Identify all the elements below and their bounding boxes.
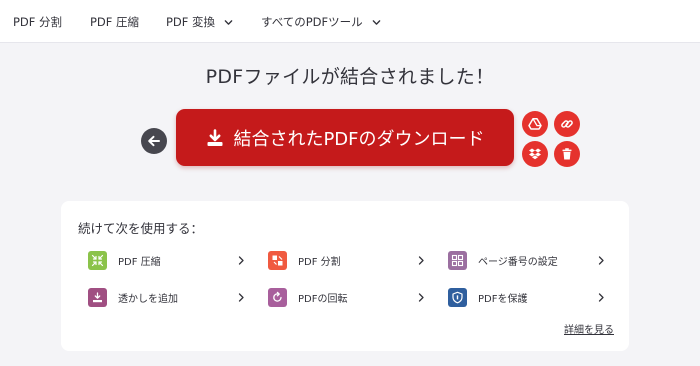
nav-pdf-convert[interactable]: PDF 変換 — [166, 13, 233, 31]
page-numbers-icon — [448, 250, 467, 270]
tool-page-numbers[interactable]: ページ番号の設定 — [448, 250, 608, 270]
link-icon — [561, 120, 573, 128]
see-more-link[interactable]: 詳細を見る — [564, 321, 614, 336]
nav-pdf-compress[interactable]: PDF 圧縮 — [90, 13, 139, 31]
nav-pdf-split-label: PDF 分割 — [13, 15, 63, 29]
chevron-right-icon — [418, 293, 424, 302]
save-to-google-drive-button[interactable] — [522, 111, 548, 137]
arrow-left-icon — [148, 135, 160, 147]
continue-tools-card: 続けて次を使用する： PDF 圧縮 PDF 分割 ページ番号の設定 透かしを追加 — [61, 201, 629, 351]
save-to-dropbox-button[interactable] — [522, 141, 548, 167]
shield-icon — [448, 287, 467, 307]
chevron-right-icon — [598, 293, 604, 302]
nav-pdf-compress-label: PDF 圧縮 — [90, 15, 140, 29]
tool-label: PDF 圧縮 — [118, 256, 161, 268]
nav-pdf-convert-label: PDF 変換 — [166, 15, 216, 29]
back-button[interactable] — [141, 128, 167, 154]
nav-all-tools[interactable]: すべてのPDFツール — [261, 13, 381, 31]
tool-rotate-pdf[interactable]: PDFの回転 — [268, 287, 428, 307]
nav-pdf-split[interactable]: PDF 分割 — [13, 13, 62, 31]
tool-add-watermark[interactable]: 透かしを追加 — [88, 287, 248, 307]
tool-label: PDF 分割 — [298, 256, 341, 268]
chevron-right-icon — [598, 256, 604, 265]
download-button-label: 結合されたPDFのダウンロード — [233, 128, 485, 150]
tool-pdf-split[interactable]: PDF 分割 — [268, 250, 428, 270]
page-title: PDFファイルが結合されました！ — [205, 66, 495, 88]
chevron-right-icon — [238, 293, 244, 302]
top-navigation: PDF 分割 PDF 圧縮 PDF 変換 すべてのPDFツール — [0, 0, 700, 43]
tool-label: ページ番号の設定 — [478, 256, 558, 268]
dropbox-icon — [529, 148, 541, 160]
tool-label: PDFの回転 — [298, 293, 348, 305]
download-merged-pdf-button[interactable]: 結合されたPDFのダウンロード — [176, 109, 514, 166]
delete-button[interactable] — [554, 141, 580, 167]
nav-all-tools-label: すべてのPDFツール — [261, 15, 363, 29]
download-icon — [207, 128, 223, 146]
rotate-icon — [268, 287, 287, 307]
tool-pdf-compress[interactable]: PDF 圧縮 — [88, 250, 248, 270]
watermark-icon — [88, 287, 107, 307]
tool-label: PDFを保護 — [478, 293, 528, 305]
google-drive-icon — [528, 118, 542, 130]
tool-label: 透かしを追加 — [118, 293, 178, 305]
tool-protect-pdf[interactable]: PDFを保護 — [448, 287, 608, 307]
chevron-right-icon — [418, 256, 424, 265]
chevron-down-icon — [372, 19, 380, 25]
compress-icon — [88, 250, 107, 270]
chevron-right-icon — [238, 256, 244, 265]
split-icon — [268, 250, 287, 270]
continue-title: 続けて次を使用する： — [78, 221, 204, 236]
trash-icon — [562, 148, 572, 160]
chevron-down-icon — [224, 19, 233, 25]
copy-link-button[interactable] — [554, 111, 580, 137]
